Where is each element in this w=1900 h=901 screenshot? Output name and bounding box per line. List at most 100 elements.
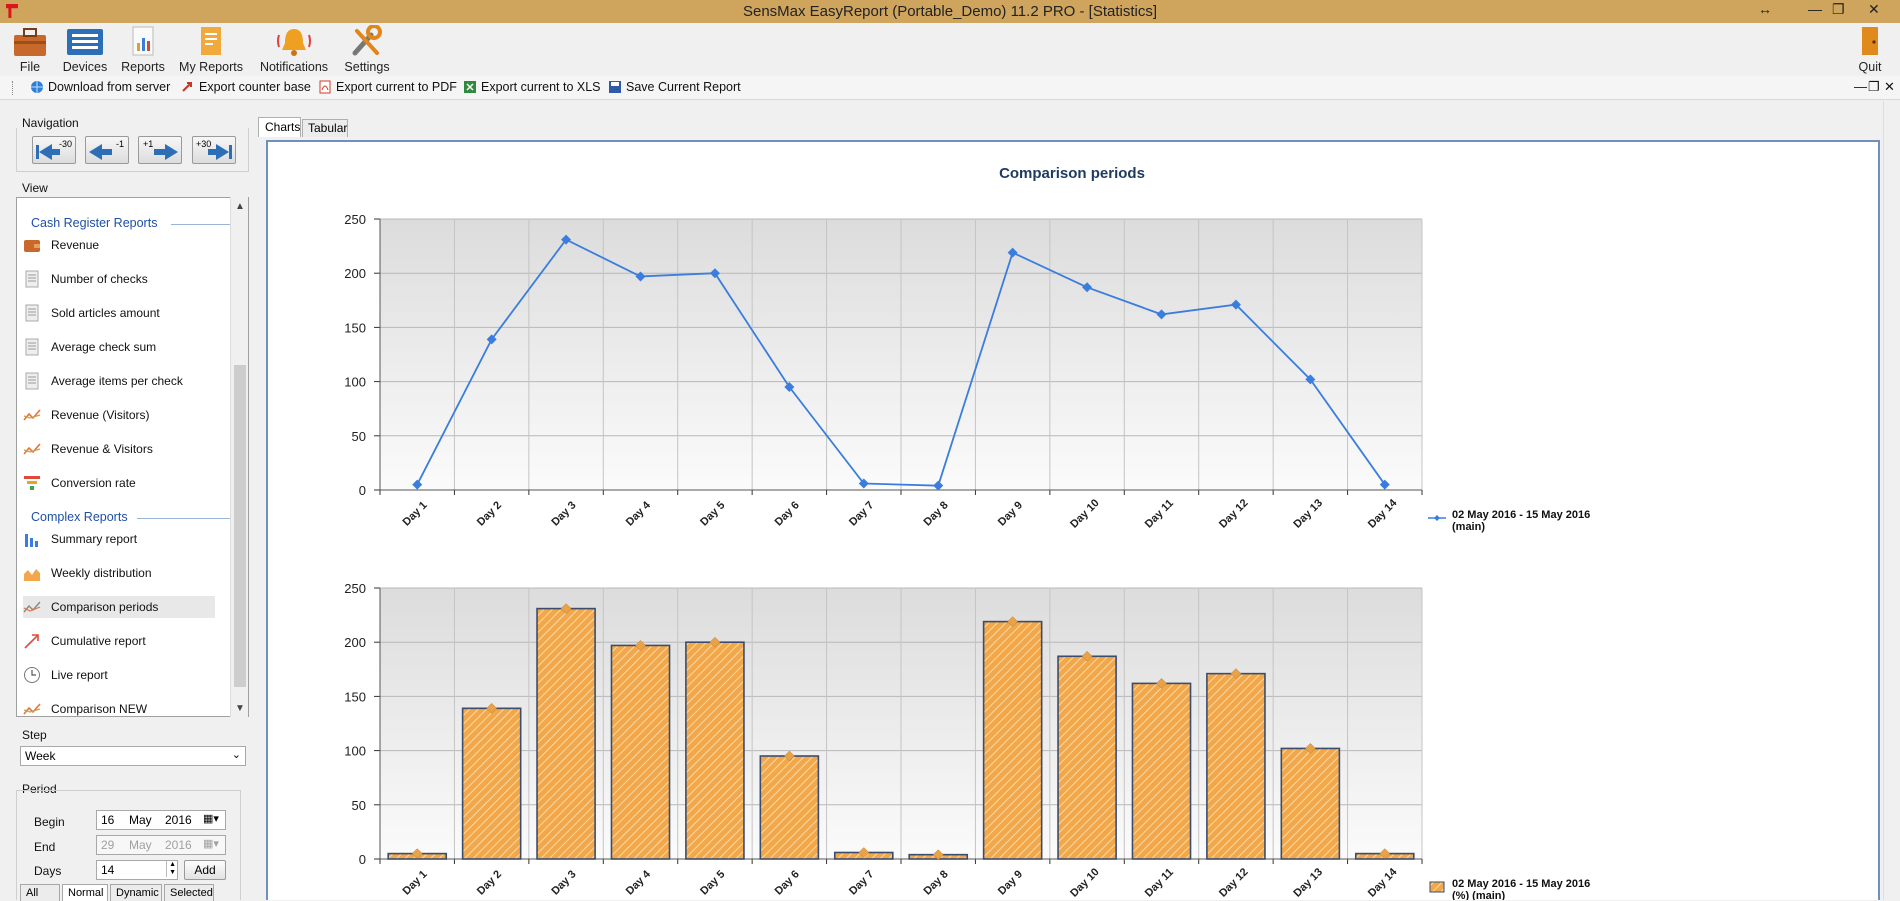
nav-back-1-button[interactable]: -1 bbox=[85, 136, 129, 164]
legend-label: 02 May 2016 - 15 May 2016 (%) (main) bbox=[1452, 878, 1590, 900]
scroll-down-icon[interactable]: ▼ bbox=[235, 703, 245, 714]
y-tick-label: 150 bbox=[344, 320, 366, 335]
minimize-button[interactable]: — bbox=[1808, 1, 1822, 17]
quit-button[interactable]: Quit bbox=[1850, 25, 1890, 75]
nav-forward-30-button[interactable]: +30 bbox=[192, 136, 236, 164]
step-select[interactable]: Week ⌄ bbox=[20, 746, 246, 766]
devices-button[interactable]: Devices bbox=[62, 25, 108, 75]
days-value[interactable]: 14 bbox=[101, 863, 114, 877]
download-from-server-button[interactable]: Download from server bbox=[30, 80, 170, 94]
x-tick-label: Day 1 bbox=[400, 868, 429, 897]
view-item-comparison-new[interactable]: Comparison NEW bbox=[23, 698, 223, 716]
view-item-revenue-visitors[interactable]: Revenue (Visitors) bbox=[23, 404, 223, 426]
nav-forward-1-button[interactable]: +1 bbox=[138, 136, 182, 164]
period-tab-dynamic[interactable]: Dynamic bbox=[110, 884, 162, 901]
view-item-conversion-rate[interactable]: Conversion rate bbox=[23, 472, 223, 494]
x-tick-label: Day 8 bbox=[921, 499, 950, 528]
export-xls-label: Export current to XLS bbox=[481, 80, 601, 94]
add-button[interactable]: Add bbox=[184, 860, 226, 880]
y-tick-label: 200 bbox=[344, 266, 366, 281]
bar bbox=[982, 620, 1043, 860]
x-tick-label: Day 3 bbox=[549, 868, 578, 897]
mdi-minimize-button[interactable]: — bbox=[1854, 79, 1867, 94]
view-item-revenue-and-visitors[interactable]: Revenue & Visitors bbox=[23, 438, 223, 460]
clock-icon bbox=[24, 667, 40, 683]
view-item-live-report[interactable]: Live report bbox=[23, 664, 223, 686]
tab-charts[interactable]: Charts bbox=[258, 117, 301, 137]
period-tab-selected[interactable]: Selected bbox=[164, 884, 214, 901]
begin-date-picker[interactable]: 16 May 2016 ▦▾ bbox=[96, 810, 226, 830]
nav-back-30-button[interactable]: -30 bbox=[32, 136, 76, 164]
nav-back-30-label: -30 bbox=[59, 139, 73, 149]
trend-icon bbox=[23, 703, 41, 715]
resize-icon[interactable]: ↔ bbox=[1758, 1, 1772, 17]
view-item-sold-articles-amount[interactable]: Sold articles amount bbox=[23, 302, 223, 324]
x-tick-label: Day 14 bbox=[1366, 496, 1400, 530]
x-tick-label: Day 5 bbox=[698, 868, 727, 897]
settings-button[interactable]: Settings bbox=[342, 24, 392, 75]
y-tick-label: 50 bbox=[352, 429, 366, 444]
view-item-comparison-periods[interactable]: Comparison periods bbox=[23, 596, 215, 618]
begin-day[interactable]: 16 bbox=[101, 813, 114, 827]
x-tick-label: Day 13 bbox=[1291, 866, 1325, 900]
view-item-average-check-sum[interactable]: Average check sum bbox=[23, 336, 223, 358]
document-icon bbox=[25, 270, 39, 288]
view-item-summary-report[interactable]: Summary report bbox=[23, 528, 223, 550]
export-xls-button[interactable]: Export current to XLS bbox=[463, 80, 601, 94]
tab-tabular[interactable]: Tabular bbox=[302, 119, 348, 137]
wrench-icon bbox=[342, 24, 392, 58]
save-icon bbox=[609, 81, 621, 93]
view-item-cumulative-report[interactable]: Cumulative report bbox=[23, 630, 223, 652]
view-item-average-items-per-check[interactable]: Average items per check bbox=[23, 370, 223, 392]
notifications-button[interactable]: Notifications bbox=[258, 25, 330, 75]
export-pdf-button[interactable]: Export current to PDF bbox=[318, 80, 457, 94]
y-tick-label: 250 bbox=[344, 212, 366, 227]
download-from-server-label: Download from server bbox=[48, 80, 171, 94]
restore-button[interactable]: ❐ bbox=[1832, 1, 1845, 18]
arrow-up-right-icon bbox=[24, 634, 39, 649]
calendar-dropdown-icon[interactable]: ▦▾ bbox=[203, 812, 219, 825]
view-item-label: Number of checks bbox=[51, 272, 148, 286]
section-divider bbox=[137, 518, 237, 519]
x-tick-label: Day 7 bbox=[847, 868, 876, 897]
view-item-weekly-distribution[interactable]: Weekly distribution bbox=[23, 562, 223, 584]
export-counter-base-button[interactable]: Export counter base bbox=[181, 80, 311, 94]
title-bar: SensMax EasyReport (Portable_Demo) 11.2 … bbox=[0, 0, 1900, 23]
my-reports-icon bbox=[178, 25, 244, 58]
file-button[interactable]: File bbox=[10, 25, 50, 75]
begin-month[interactable]: May bbox=[129, 813, 152, 827]
reports-button[interactable]: Reports bbox=[120, 25, 166, 75]
view-list-scrollbar[interactable]: ▲ ▼ bbox=[230, 197, 248, 717]
x-tick-label: Day 6 bbox=[773, 499, 802, 528]
view-item-number-of-checks[interactable]: Number of checks bbox=[23, 268, 223, 290]
scroll-up-icon[interactable]: ▲ bbox=[235, 201, 245, 212]
ribbon: File Devices Reports My Reports Notifica… bbox=[0, 23, 1900, 75]
stepper-arrows-icon[interactable]: ▲ ▼ bbox=[166, 861, 176, 877]
mdi-restore-button[interactable]: ❐ bbox=[1868, 79, 1880, 95]
devices-icon bbox=[62, 25, 108, 58]
mdi-close-button[interactable]: ✕ bbox=[1884, 79, 1895, 95]
x-tick-label: Day 4 bbox=[624, 868, 654, 898]
period-tab-normal[interactable]: Normal bbox=[62, 884, 108, 901]
x-tick-label: Day 12 bbox=[1217, 866, 1251, 900]
save-report-button[interactable]: Save Current Report bbox=[608, 80, 741, 94]
line-chart: 0 50 100 150 200 250 Day 1 Day 2 Day 3 Day 4 Day 5… bbox=[344, 212, 1590, 533]
x-tick-label: Day 2 bbox=[475, 868, 504, 897]
days-stepper[interactable]: 14 ▲ ▼ bbox=[96, 860, 178, 880]
reports-icon bbox=[120, 25, 166, 58]
my-reports-button[interactable]: My Reports bbox=[178, 25, 244, 75]
chevron-down-icon: ⌄ bbox=[231, 749, 241, 761]
view-list[interactable]: Cash Register Reports Revenue Number of … bbox=[16, 197, 249, 717]
main-scrollbar[interactable] bbox=[1883, 101, 1900, 900]
bar bbox=[1206, 672, 1266, 860]
close-button[interactable]: ✕ bbox=[1868, 1, 1880, 18]
begin-year[interactable]: 2016 bbox=[165, 813, 192, 827]
scrollbar-thumb[interactable] bbox=[234, 365, 246, 687]
period-tab-all[interactable]: All bbox=[20, 884, 60, 901]
bell-icon bbox=[258, 25, 330, 58]
briefcase-icon bbox=[10, 25, 50, 58]
x-tick-label: Day 12 bbox=[1217, 497, 1251, 531]
x-tick-label: Day 13 bbox=[1291, 497, 1325, 531]
view-item-revenue[interactable]: Revenue bbox=[23, 234, 223, 256]
view-item-label: Summary report bbox=[51, 532, 138, 546]
